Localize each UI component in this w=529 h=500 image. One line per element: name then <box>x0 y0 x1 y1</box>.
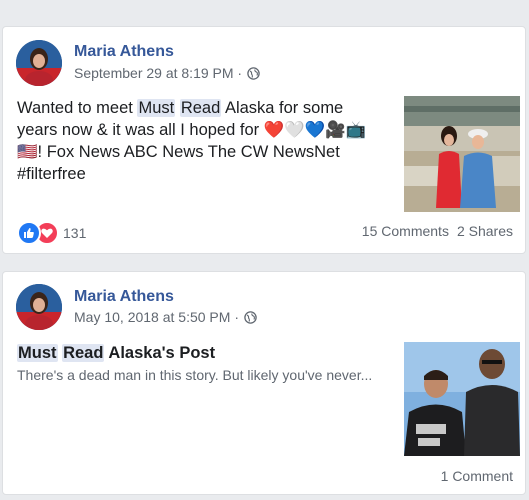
shared-post-title[interactable]: Must Read Alaska's Post <box>17 344 215 363</box>
avatar[interactable] <box>16 284 62 330</box>
globe-icon <box>244 310 257 324</box>
highlight-must[interactable]: Must <box>137 99 176 117</box>
like-icon <box>17 221 41 245</box>
post-card: Maria Athens September 29 at 8:19 PM · W… <box>2 26 526 254</box>
shared-post-photo[interactable] <box>404 342 520 456</box>
globe-icon <box>247 66 260 80</box>
post-text: Wanted to meet Must Read Alaska for some… <box>17 99 367 183</box>
post-card: Maria Athens May 10, 2018 at 5:50 PM · M… <box>2 271 526 495</box>
highlight-must[interactable]: Must <box>17 344 58 362</box>
post-meta: May 10, 2018 at 5:50 PM · <box>74 309 257 325</box>
author-name[interactable]: Maria Athens <box>74 288 174 306</box>
shares-link[interactable]: 2 Shares <box>457 223 513 239</box>
post-meta: September 29 at 8:19 PM · <box>74 65 260 81</box>
author-name[interactable]: Maria Athens <box>74 43 174 61</box>
post-timestamp[interactable]: May 10, 2018 at 5:50 PM <box>74 309 230 325</box>
highlight-read[interactable]: Read <box>62 344 105 362</box>
avatar[interactable] <box>16 40 62 86</box>
post-timestamp[interactable]: September 29 at 8:19 PM <box>74 65 234 81</box>
reaction-summary[interactable]: 131 <box>17 221 86 245</box>
reaction-count: 131 <box>63 225 87 241</box>
comments-link[interactable]: 15 Comments <box>362 223 449 239</box>
post-photo[interactable] <box>404 96 520 212</box>
shared-post-description: There's a dead man in this story. But li… <box>17 367 373 383</box>
comments-link[interactable]: 1 Comment <box>441 468 513 484</box>
highlight-read[interactable]: Read <box>179 99 222 117</box>
post-stats: 15 Comments 2 Shares <box>362 223 513 239</box>
